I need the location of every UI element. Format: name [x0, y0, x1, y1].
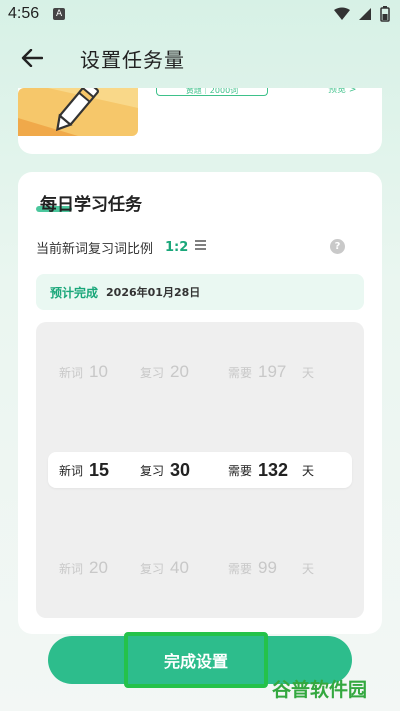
review-label: 复习 — [139, 561, 164, 576]
picker-option[interactable]: 新词 20 复习 40 需要 99 天 — [48, 550, 352, 586]
watermark-logo: 谷普软件园 — [272, 678, 368, 701]
days-count: 99 — [258, 558, 277, 577]
need-label: 需要 — [227, 561, 252, 576]
need-label: 需要 — [227, 365, 252, 380]
day-unit: 天 — [302, 365, 315, 380]
ratio-row: 当前新词复习词比例 1:2 — [36, 236, 354, 258]
picker-option[interactable]: 新词 10 复习 20 需要 197 天 — [48, 354, 352, 390]
ratio-value[interactable]: 1:2 — [165, 240, 188, 255]
estimate-label: 预计完成 — [50, 285, 99, 300]
picker-option-selected[interactable]: 新词 15 复习 30 需要 132 天 — [48, 452, 352, 488]
app-header: 设置任务量 — [0, 36, 400, 80]
help-icon[interactable]: ? — [330, 239, 345, 254]
page-title: 设置任务量 — [80, 48, 185, 72]
section-title: 每日学习任务 — [40, 195, 142, 215]
pencil-icon — [18, 88, 138, 136]
wifi-icon — [334, 7, 350, 20]
battery-icon — [380, 6, 390, 22]
notification-icon: A — [53, 8, 66, 20]
review-label: 复习 — [139, 463, 164, 478]
menu-icon[interactable] — [194, 239, 207, 255]
new-label: 新词 — [59, 561, 84, 576]
finish-setup-button[interactable]: 完成设置 — [124, 632, 268, 688]
days-count: 197 — [258, 362, 287, 381]
arrow-left-icon — [21, 49, 43, 67]
new-label: 新词 — [59, 463, 84, 478]
review-count: 30 — [170, 459, 191, 480]
estimate-box: 预计完成 2026年01月28日 — [36, 274, 364, 310]
new-count: 20 — [89, 558, 108, 577]
review-count: 40 — [170, 558, 189, 577]
review-label: 复习 — [139, 365, 164, 380]
status-time: 4:56 — [8, 5, 40, 22]
review-count: 20 — [170, 362, 189, 381]
estimate-date: 2026年01月28日 — [106, 286, 201, 299]
new-count: 10 — [89, 362, 108, 381]
days-count: 132 — [258, 459, 289, 480]
preview-link[interactable]: 预览 > — [328, 88, 356, 96]
ratio-label: 当前新词复习词比例 — [36, 241, 154, 257]
day-unit: 天 — [302, 463, 315, 478]
book-cover-illustration — [18, 88, 138, 136]
day-unit: 天 — [302, 561, 315, 576]
book-tag: 黄题｜2000词 — [156, 88, 268, 96]
status-bar: 4:56 A — [0, 0, 400, 28]
status-icons — [334, 6, 390, 22]
signal-icon — [359, 8, 371, 20]
need-label: 需要 — [227, 463, 252, 478]
new-label: 新词 — [59, 365, 84, 380]
back-button[interactable] — [18, 44, 46, 72]
new-count: 15 — [89, 459, 110, 480]
